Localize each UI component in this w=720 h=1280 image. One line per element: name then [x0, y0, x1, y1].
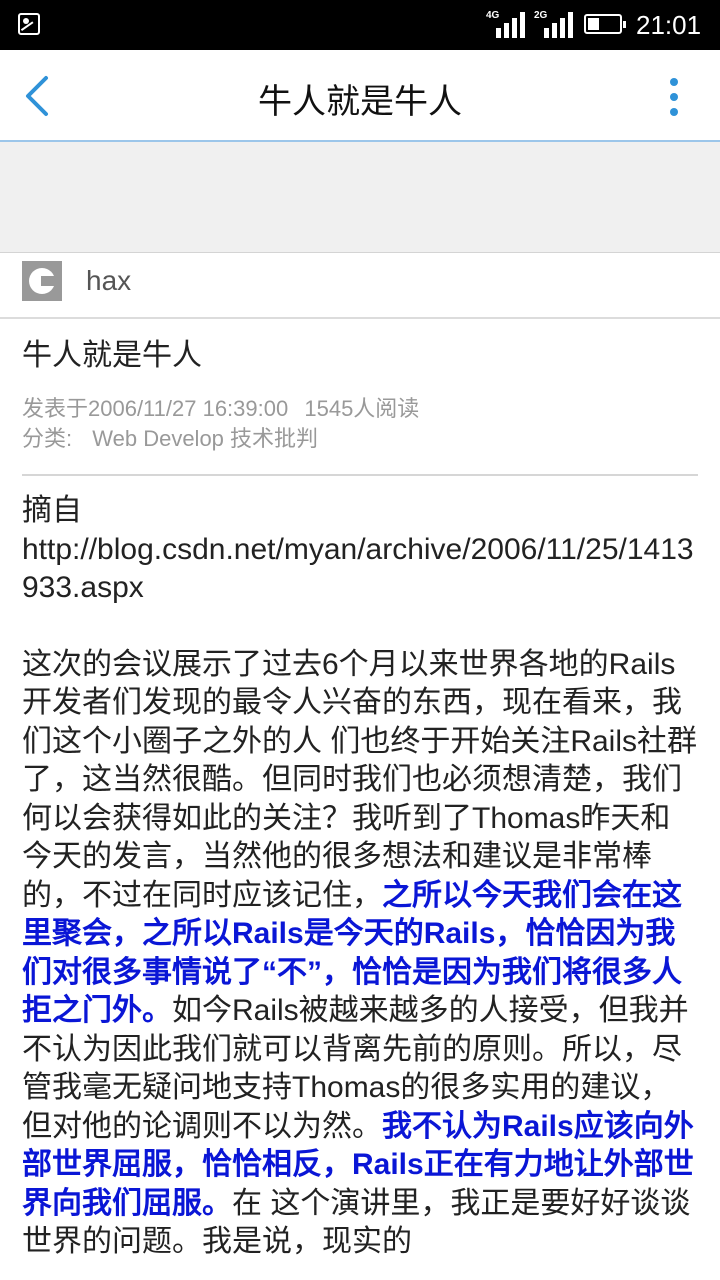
more-vertical-icon: [670, 78, 678, 86]
image-notification-icon: [18, 13, 40, 35]
app-bar: 牛人就是牛人: [0, 50, 720, 142]
article-meta: 发表于2006/11/27 16:39:00 1545人阅读 分类: Web D…: [22, 394, 698, 454]
more-options-button[interactable]: [660, 74, 688, 120]
source-url: http://blog.csdn.net/myan/archive/2006/1…: [22, 532, 694, 605]
signal-2g-icon: 2G: [534, 10, 576, 38]
author-row[interactable]: hax: [0, 253, 720, 319]
paragraph: 这次的会议展示了过去6个月以来世界各地的Rails开发者们发现的最令人兴奋的东西…: [22, 646, 698, 1262]
read-count: 1545人阅读: [304, 396, 420, 421]
status-bar: 4G 2G 21:01: [0, 0, 720, 50]
category-label: 分类:: [22, 426, 73, 451]
source-prefix: 摘自: [22, 494, 82, 527]
author-name: hax: [86, 265, 132, 296]
divider: [22, 474, 698, 476]
battery-icon: [584, 14, 626, 34]
article: 牛人就是牛人 发表于2006/11/27 16:39:00 1545人阅读 分类…: [22, 320, 698, 1262]
article-body: 摘自 http://blog.csdn.net/myan/archive/200…: [22, 492, 698, 1262]
publish-date: 发表于2006/11/27 16:39:00: [22, 396, 289, 421]
signal-4g-icon: 4G: [486, 10, 528, 38]
signal-2g-label: 2G: [534, 10, 548, 21]
banner-area: [0, 142, 720, 253]
article-title: 牛人就是牛人: [22, 338, 202, 373]
article-category: 分类: Web Develop 技术批判: [22, 424, 698, 454]
article-meta-line1: 发表于2006/11/27 16:39:00 1545人阅读: [22, 394, 698, 424]
paragraph-text: 这次的会议展示了过去6个月以来世界各地的Rails开发者们发现的最令人兴奋的东西…: [22, 647, 698, 912]
page-title: 牛人就是牛人: [258, 82, 462, 122]
battery-level: [588, 18, 599, 30]
avatar: [22, 261, 62, 301]
category-link[interactable]: Web Develop 技术批判: [92, 426, 318, 451]
status-time: 21:01: [636, 10, 702, 40]
signal-4g-label: 4G: [486, 10, 500, 21]
